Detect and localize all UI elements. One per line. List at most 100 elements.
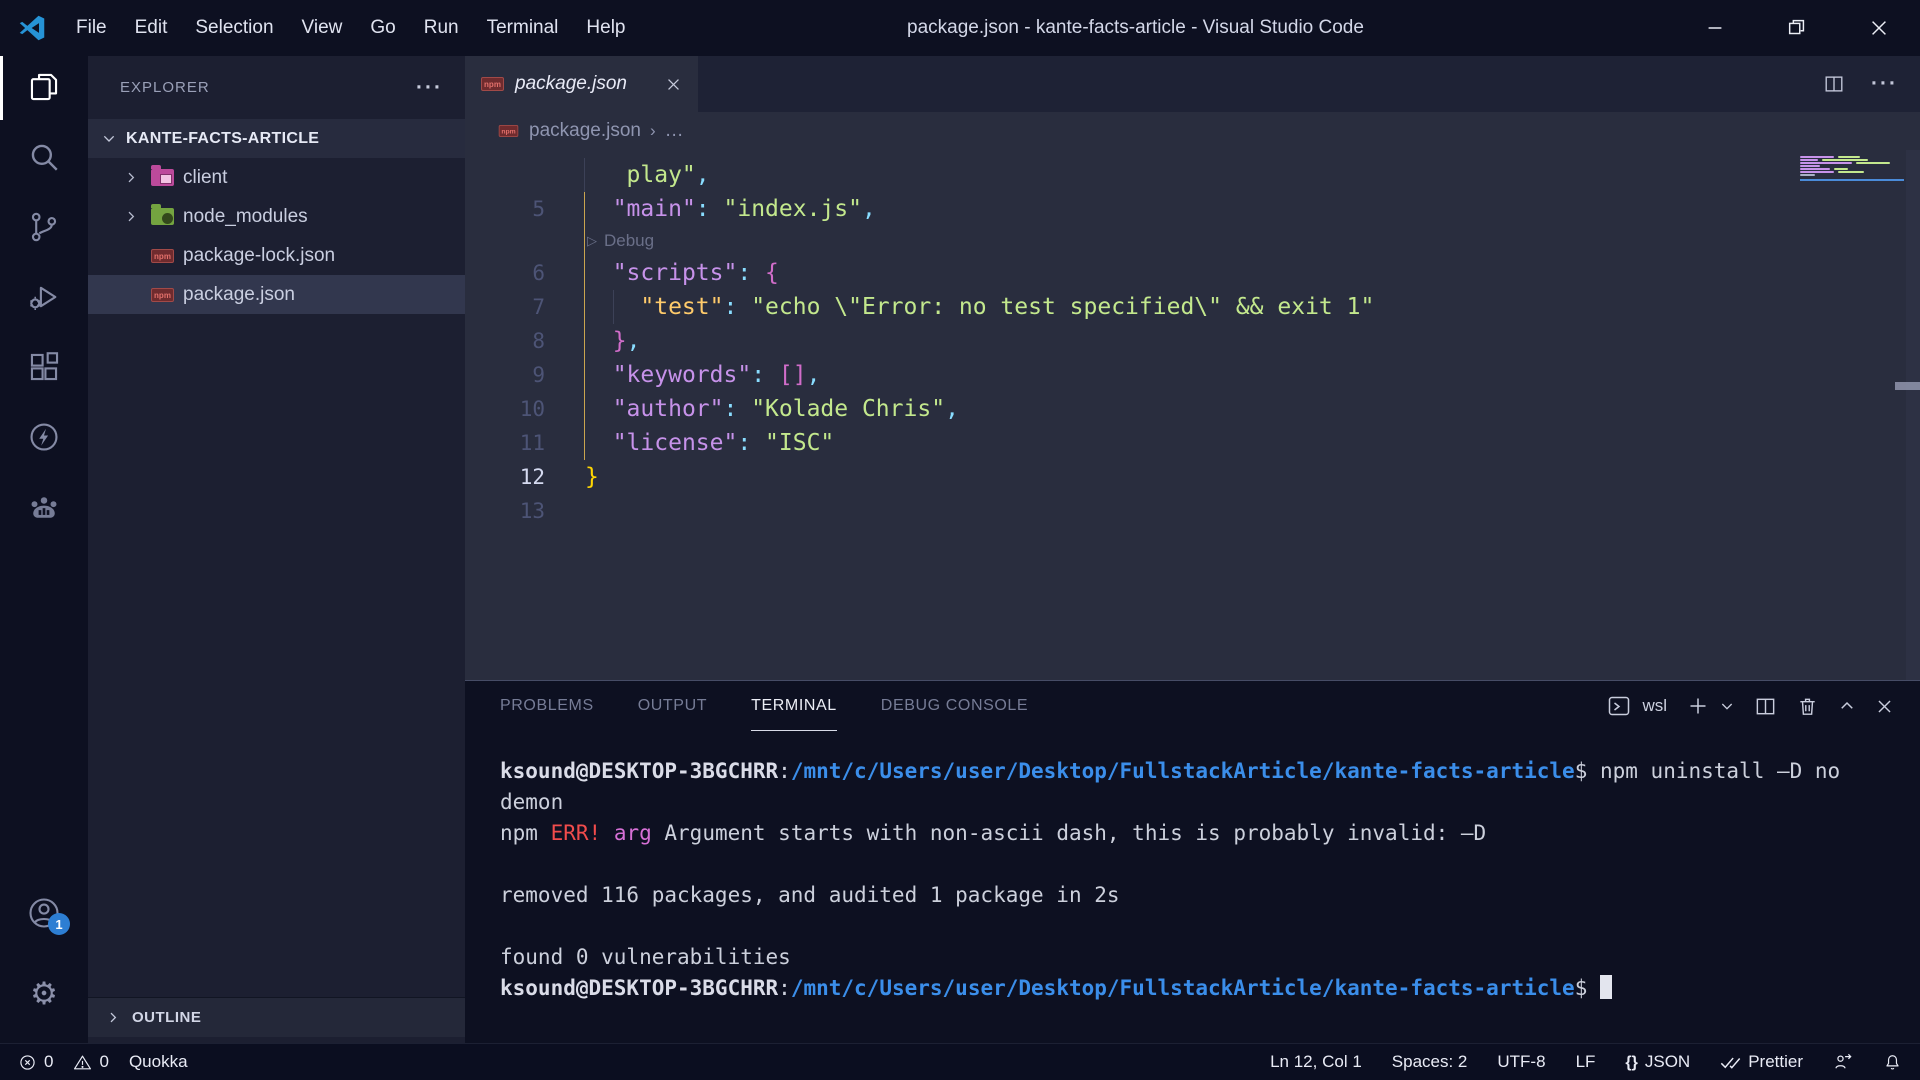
sidebar-item-package-lock-json[interactable]: npm package-lock.json: [88, 236, 465, 275]
code-line: 13: [465, 494, 1900, 528]
line-number: 6: [465, 261, 545, 285]
sidebar-item-package-json[interactable]: npmpackage.json: [88, 275, 465, 314]
menu-run[interactable]: Run: [411, 10, 472, 46]
terminal-line: [500, 849, 1912, 880]
statusbar-eol[interactable]: LF: [1576, 1052, 1596, 1072]
minimap[interactable]: [1800, 156, 1904, 181]
restore-button[interactable]: [1756, 0, 1838, 56]
tab-close-icon[interactable]: [665, 76, 682, 93]
editor-scrollbar[interactable]: [1906, 150, 1920, 680]
explorer-icon[interactable]: [0, 57, 88, 117]
play-outline-icon: ▷: [587, 233, 597, 249]
statusbar-indentation[interactable]: Spaces: 2: [1392, 1052, 1468, 1072]
statusbar-notifications[interactable]: [1883, 1053, 1902, 1072]
new-terminal-icon[interactable]: [1686, 694, 1710, 718]
statusbar-quokka[interactable]: Quokka: [129, 1052, 188, 1072]
explorer-title: EXPLORER: [120, 79, 210, 96]
bottom-panel: PROBLEMS OUTPUT TERMINAL DEBUG CONSOLE wsl: [465, 680, 1920, 1043]
quokka-lightning-icon[interactable]: [0, 407, 88, 467]
terminal-line: found 0 vulnerabilities: [500, 942, 1912, 973]
menu-help[interactable]: Help: [573, 10, 638, 46]
minimize-button[interactable]: [1674, 0, 1756, 56]
activity-bar: 1 ⚙: [0, 56, 88, 1043]
breadcrumb-file[interactable]: package.json: [529, 120, 641, 142]
file-label: package-lock.json: [183, 245, 335, 267]
workspace-root-folder[interactable]: KANTE-FACTS-ARTICLE: [88, 119, 465, 158]
code-content: play",: [585, 158, 710, 192]
codelens-debug[interactable]: ▷ Debug: [465, 226, 1900, 256]
chevron-right-icon: [102, 1007, 124, 1029]
kill-terminal-icon[interactable]: [1796, 695, 1819, 718]
npm-file-icon: npm: [499, 125, 519, 137]
close-panel-icon[interactable]: [1875, 697, 1894, 716]
terminal-shell-icon[interactable]: [1607, 694, 1631, 718]
folder-client-icon: [151, 169, 174, 186]
window-controls: [1674, 0, 1920, 56]
line-number: 11: [465, 431, 545, 455]
settings-gear-icon[interactable]: ⚙: [0, 963, 88, 1023]
split-terminal-icon[interactable]: [1754, 695, 1777, 718]
statusbar-label: UTF-8: [1497, 1052, 1545, 1072]
outline-section[interactable]: OUTLINE: [88, 997, 465, 1037]
shell-label[interactable]: wsl: [1642, 696, 1667, 716]
statusbar-cursor-position[interactable]: Ln 12, Col 1: [1270, 1052, 1362, 1072]
code-line: 9 "keywords": [],: [465, 358, 1900, 392]
code-content: "keywords": [],: [585, 358, 820, 392]
statusbar-encoding[interactable]: UTF-8: [1497, 1052, 1545, 1072]
search-icon[interactable]: [0, 127, 88, 187]
sidebar-item-node-modules[interactable]: node_modules: [88, 197, 465, 236]
more-actions-icon[interactable]: ···: [1871, 72, 1898, 96]
menu-go[interactable]: Go: [357, 10, 408, 46]
panel-tab-output[interactable]: OUTPUT: [638, 681, 707, 731]
launch-profile-chevron-icon[interactable]: [1719, 698, 1735, 714]
terminal-output[interactable]: ksound@DESKTOP-3BGCHRR:/mnt/c/Users/user…: [500, 756, 1912, 1004]
code-line: 5 "main": "index.js",: [465, 192, 1900, 226]
file-label: package.json: [183, 284, 295, 306]
statusbar-label: Prettier: [1748, 1052, 1803, 1072]
menu-file[interactable]: File: [63, 10, 120, 46]
run-debug-icon[interactable]: [0, 267, 88, 327]
codelens-label: Debug: [604, 231, 654, 251]
sidebar-item-client[interactable]: client: [88, 158, 465, 197]
panel-tab-debug-console[interactable]: DEBUG CONSOLE: [881, 681, 1028, 731]
statusbar-formatter[interactable]: Prettier: [1720, 1052, 1803, 1072]
menu-selection[interactable]: Selection: [182, 10, 286, 46]
breadcrumb-more[interactable]: …: [665, 120, 684, 142]
feedback-icon: [1833, 1052, 1853, 1072]
menu-view[interactable]: View: [289, 10, 356, 46]
split-editor-icon[interactable]: [1823, 73, 1845, 95]
statusbar-label: Quokka: [129, 1052, 188, 1072]
menu-edit[interactable]: Edit: [122, 10, 181, 46]
code-line: 12}: [465, 460, 1900, 494]
status-bar-left: 00 Quokka: [18, 1052, 188, 1072]
tab-package-json[interactable]: npm package.json: [465, 56, 698, 112]
source-control-icon[interactable]: [0, 197, 88, 257]
vscode-window: FileEditSelectionViewGoRunTerminalHelp p…: [0, 0, 1920, 1080]
statusbar-errors-count[interactable]: 0: [18, 1052, 53, 1072]
explorer-more-actions-icon[interactable]: ···: [416, 76, 443, 100]
panel-tab-terminal[interactable]: TERMINAL: [751, 681, 837, 731]
minimap-slider-edge: [1800, 179, 1904, 181]
file-label: node_modules: [183, 206, 308, 228]
maximize-panel-chevron-icon[interactable]: [1838, 697, 1856, 715]
code-line: 10 "author": "Kolade Chris",: [465, 392, 1900, 426]
extensions-icon[interactable]: [0, 337, 88, 397]
terminal-line: [500, 911, 1912, 942]
npm-file-icon: npm: [481, 77, 504, 91]
npm-icon: npm: [151, 249, 174, 263]
menu-bar: FileEditSelectionViewGoRunTerminalHelp: [63, 10, 639, 46]
statusbar-feedback[interactable]: [1833, 1052, 1853, 1072]
statusbar-language-mode[interactable]: {}JSON: [1625, 1052, 1690, 1072]
line-number: 12: [465, 465, 545, 489]
close-window-button[interactable]: [1838, 0, 1920, 56]
menu-terminal[interactable]: Terminal: [474, 10, 572, 46]
line-number: 13: [465, 499, 545, 523]
panel-tab-problems[interactable]: PROBLEMS: [500, 681, 594, 731]
accounts-icon[interactable]: 1: [0, 883, 88, 943]
code-editor[interactable]: play",5 "main": "index.js",▷Debug6 "scri…: [465, 150, 1920, 680]
statusbar-warnings-count[interactable]: 0: [73, 1052, 108, 1072]
code-line: play",: [465, 158, 1900, 192]
paw-stats-icon[interactable]: [0, 477, 88, 537]
panel-actions: wsl: [1607, 681, 1894, 731]
breadcrumb[interactable]: npm package.json › …: [465, 112, 1920, 150]
